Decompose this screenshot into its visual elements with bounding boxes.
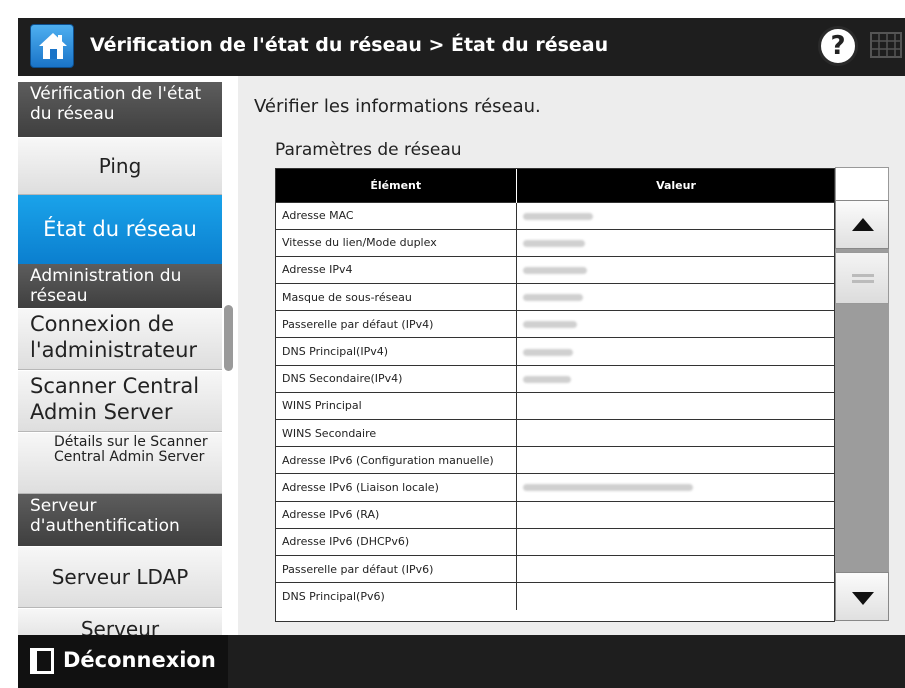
sidebar: Vérification de l'état du réseau Ping Ét… — [0, 76, 222, 635]
value-cell — [516, 201, 834, 230]
sidebar-item-scanner-central-details[interactable]: Détails sur le Scanner Central Admin Ser… — [18, 432, 222, 494]
table-row: Passerelle par défaut (IPv4) — [276, 310, 834, 338]
element-cell: Adresse IPv6 (DHCPv6) — [276, 527, 517, 556]
redacted-value — [522, 484, 693, 492]
home-button[interactable] — [30, 24, 74, 68]
element-cell: DNS Principal(IPv4) — [276, 337, 517, 366]
value-cell — [516, 446, 834, 474]
sidebar-item-admin-login[interactable]: Connexion de l'administrateur — [18, 308, 222, 370]
footer: Déconnexion — [0, 635, 905, 688]
element-cell: Adresse IPv6 (Liaison locale) — [276, 473, 517, 502]
table-row: Adresse IPv6 (Liaison locale) — [276, 473, 834, 502]
element-cell: Adresse IPv4 — [276, 255, 517, 284]
grip-line — [852, 274, 874, 277]
redacted-value — [522, 375, 571, 383]
value-cell — [516, 337, 834, 366]
column-header-value: Valeur — [516, 169, 834, 202]
element-cell: DNS Principal(Pv6) — [276, 582, 517, 610]
sidebar-category-network-check: Vérification de l'état du réseau — [18, 82, 222, 137]
table-row: Adresse MAC — [276, 201, 834, 230]
keyboard-icon[interactable] — [870, 30, 902, 60]
scroll-up-button[interactable] — [835, 200, 889, 249]
value-cell — [516, 418, 834, 447]
element-cell: Vitesse du lien/Mode duplex — [276, 228, 517, 257]
home-icon — [39, 33, 67, 59]
value-cell — [516, 500, 834, 529]
value-cell — [516, 283, 834, 311]
value-cell — [516, 310, 834, 338]
table-body: Adresse MAC Vitesse du lien/Mode duplex Ad… — [276, 201, 834, 610]
element-cell: Adresse IPv6 (RA) — [276, 500, 517, 529]
sidebar-item-ldap[interactable]: Serveur LDAP — [18, 546, 222, 608]
sidebar-item-server[interactable]: Serveur — [18, 608, 222, 635]
table-row: Passerelle par défaut (IPv6) — [276, 554, 834, 583]
triangle-up-icon — [852, 218, 874, 231]
element-cell: WINS Secondaire — [276, 418, 517, 447]
element-cell: Passerelle par défaut (IPv4) — [276, 310, 517, 338]
sidebar-item-ping[interactable]: Ping — [18, 137, 222, 195]
header: Vérification de l'état du réseau > État … — [0, 0, 905, 76]
value-cell — [516, 473, 834, 502]
help-icon: ? — [830, 31, 846, 61]
redacted-value — [522, 239, 585, 247]
table-row: Adresse IPv6 (Configuration manuelle) — [276, 446, 834, 474]
sidebar-category-network-admin: Administration du réseau — [18, 264, 222, 308]
table-scroll-control — [835, 167, 889, 621]
scroll-track[interactable] — [835, 200, 889, 621]
table-row: Vitesse du lien/Mode duplex — [276, 228, 834, 257]
page-title: Vérification de l'état du réseau > État … — [90, 34, 609, 56]
element-cell: Adresse MAC — [276, 201, 517, 230]
value-cell — [516, 364, 834, 393]
logout-icon — [30, 648, 54, 674]
element-cell: Masque de sous-réseau — [276, 283, 517, 311]
value-cell — [516, 554, 834, 583]
table-row: Adresse IPv4 — [276, 255, 834, 284]
value-cell — [516, 255, 834, 284]
table-row: Adresse IPv6 (RA) — [276, 500, 834, 529]
scroll-header-cell — [835, 167, 889, 200]
sidebar-scrollbar[interactable] — [224, 305, 233, 371]
value-cell — [516, 228, 834, 257]
sidebar-item-scanner-central[interactable]: Scanner Central Admin Server — [18, 370, 222, 432]
table-row: Adresse IPv6 (DHCPv6) — [276, 527, 834, 556]
triangle-down-icon — [852, 592, 874, 605]
element-cell: DNS Secondaire(IPv4) — [276, 364, 517, 393]
help-button[interactable]: ? — [818, 26, 858, 66]
redacted-value — [522, 212, 593, 220]
logout-label: Déconnexion — [63, 648, 216, 672]
value-cell — [516, 582, 834, 610]
element-cell: Adresse IPv6 (Configuration manuelle) — [276, 446, 517, 474]
value-cell — [516, 527, 834, 556]
network-settings-table: Élément Valeur Adresse MAC Vitesse du lie… — [275, 168, 835, 622]
intro-text: Vérifier les informations réseau. — [254, 96, 541, 117]
table-row: WINS Principal — [276, 391, 834, 420]
section-title: Paramètres de réseau — [275, 140, 462, 160]
sidebar-item-network-status[interactable]: État du réseau — [18, 195, 222, 264]
table-row: WINS Secondaire — [276, 418, 834, 447]
scroll-down-button[interactable] — [835, 572, 889, 621]
grip-line — [852, 280, 874, 283]
table-row: Masque de sous-réseau — [276, 283, 834, 311]
table-row: DNS Secondaire(IPv4) — [276, 364, 834, 393]
sidebar-category-auth-server: Serveur d'authentification — [18, 494, 222, 546]
logout-button[interactable]: Déconnexion — [18, 635, 228, 688]
element-cell: Passerelle par défaut (IPv6) — [276, 554, 517, 583]
redacted-value — [522, 348, 573, 356]
table-row: DNS Principal(Pv6) — [276, 582, 834, 610]
table-row: DNS Principal(IPv4) — [276, 337, 834, 366]
table-header-row: Élément Valeur — [276, 169, 834, 202]
redacted-value — [522, 294, 583, 302]
main-content: Vérifier les informations réseau. Paramè… — [238, 76, 905, 635]
element-cell: WINS Principal — [276, 391, 517, 420]
redacted-value — [522, 266, 587, 274]
redacted-value — [522, 321, 577, 329]
value-cell — [516, 391, 834, 420]
column-header-element: Élément — [276, 169, 517, 202]
scroll-thumb[interactable] — [835, 252, 889, 304]
